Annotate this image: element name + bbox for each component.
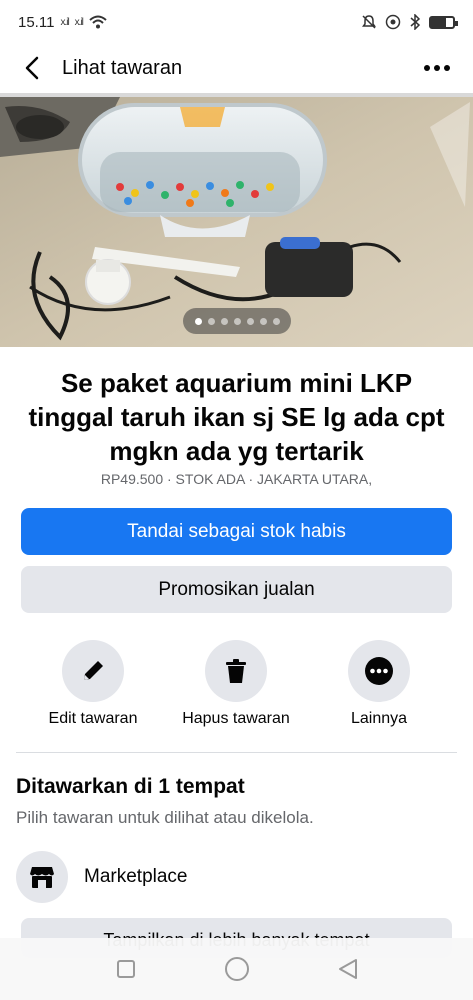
battery-icon	[429, 15, 458, 29]
system-back-button[interactable]	[328, 949, 368, 989]
pencil-icon	[84, 661, 103, 680]
status-left: 15.11 x.il x.il	[18, 14, 107, 31]
more-options-button[interactable]	[417, 52, 457, 84]
mark-out-of-stock-button[interactable]: Tandai sebagai stok habis	[21, 508, 452, 555]
app-header: Lihat tawaran	[0, 44, 473, 92]
listing-photo[interactable]	[0, 97, 473, 347]
bluetooth-icon	[410, 14, 421, 30]
battery-fill	[431, 17, 447, 27]
more-action[interactable]: Lainnya	[304, 640, 454, 728]
pager-dot	[233, 317, 241, 325]
home-button[interactable]	[217, 949, 257, 989]
page-title: Lihat tawaran	[62, 56, 183, 79]
section-divider	[16, 752, 457, 753]
listing-title: Se paket aquarium mini LKP tinggal taruh…	[28, 368, 445, 466]
pager-dot	[207, 317, 215, 325]
signal-icon: x.il	[60, 16, 69, 28]
more-horizontal-icon	[424, 65, 430, 71]
home-circle-icon	[224, 957, 249, 981]
pager-dot	[194, 317, 202, 325]
trash-icon	[226, 659, 246, 683]
back-button[interactable]	[16, 52, 48, 84]
offered-in-title: Ditawarkan di 1 tempat	[16, 775, 245, 798]
promote-listing-button[interactable]: Promosikan jualan	[21, 566, 452, 613]
marketplace-row[interactable]: Marketplace	[16, 850, 188, 904]
more-circle-icon	[365, 657, 393, 685]
back-triangle-icon	[338, 959, 357, 979]
pager-dot	[259, 317, 267, 325]
offered-in-subtitle: Pilih tawaran untuk dilihat atau dikelol…	[16, 808, 314, 827]
more-label: Lainnya	[350, 710, 408, 727]
listing-meta: RP49.500 · STOK ADA · JAKARTA UTARA,	[100, 471, 373, 487]
data-saver-icon	[385, 14, 401, 30]
chevron-left-icon	[25, 56, 39, 80]
status-right	[361, 14, 458, 30]
delete-listing-button[interactable]	[205, 640, 267, 702]
pager-dot	[272, 317, 280, 325]
edit-listing-action[interactable]: Edit tawaran	[18, 640, 168, 728]
storefront-icon	[16, 851, 68, 903]
recents-button[interactable]	[106, 949, 146, 989]
edit-listing-button[interactable]	[62, 640, 124, 702]
pager-dot	[246, 317, 254, 325]
status-time: 15.11	[18, 13, 55, 31]
pager-dot	[220, 317, 228, 325]
alarm-off-icon	[362, 15, 376, 29]
signal-icon-2: x.il	[74, 16, 84, 28]
system-nav-bar	[0, 938, 473, 1000]
delete-listing-action[interactable]: Hapus tawaran	[161, 640, 311, 728]
more-button[interactable]	[348, 640, 410, 702]
recents-square-icon	[116, 960, 135, 978]
marketplace-label: Marketplace	[84, 866, 188, 887]
edit-listing-label: Edit tawaran	[48, 710, 138, 727]
delete-listing-label: Hapus tawaran	[182, 710, 290, 727]
status-bar: 15.11 x.il x.il	[0, 0, 473, 44]
wifi-icon	[89, 15, 107, 29]
photo-pager	[183, 308, 291, 334]
